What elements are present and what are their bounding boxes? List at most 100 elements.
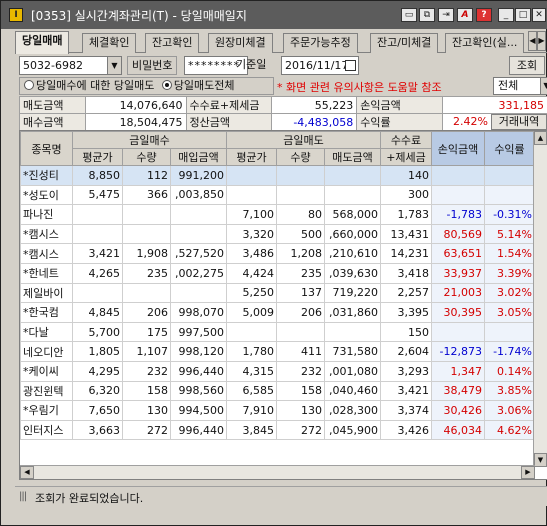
cell-bavg: 8,850 <box>72 165 123 186</box>
tab-order-estimate[interactable]: 주문가능추정 <box>283 33 358 53</box>
table-row[interactable]: *케이씨 4,295 232 996,440 4,315 232,001,080 3,293… <box>20 360 535 382</box>
calendar-icon[interactable] <box>345 60 356 71</box>
table-row[interactable]: 네오디안 1,805 1,107 998,120 1,780 411 731,580 2,60… <box>20 341 535 362</box>
table-row[interactable]: 파나진 7,100 80 568,000 1,783 -1,783 -0.31% <box>20 204 535 225</box>
tab-daily-trades[interactable]: 당일매매 <box>15 31 70 54</box>
cell-bqty: 1,107 <box>122 341 171 362</box>
table-row[interactable]: *진성티 8,850 112 991,200 140 <box>20 165 535 186</box>
sell-amount-label: 매도금액 <box>19 96 86 114</box>
radio-partial-label[interactable]: 당일매수에 대한 당일매도 <box>36 79 154 92</box>
cell-bamt: 996,440 <box>170 360 227 382</box>
help-icon[interactable]: ? <box>476 8 492 22</box>
col-header-fee-tax[interactable]: +제세금 <box>380 148 432 166</box>
pl-amount-label: 손익금액 <box>356 96 443 114</box>
cell-savg: 6,585 <box>226 380 277 402</box>
query-button[interactable]: 조회 <box>509 56 545 75</box>
vertical-scrollbar[interactable]: ▲ ▼ <box>533 131 547 467</box>
cell-bavg: 1,805 <box>72 341 123 362</box>
trades-grid: 종목명 금일매수 금일매도 수수료 손익금액 수익률 평균가 수량 매입금액 평… <box>19 130 547 480</box>
title-bar[interactable]: I [0353] 실시간계좌관리(T) - 당일매매일지 ▭ ⧉ ⇥ A ? _… <box>1 1 547 29</box>
link-icon[interactable]: ▭ <box>401 8 417 22</box>
cell-bavg <box>72 282 123 304</box>
col-header-name[interactable]: 종목명 <box>20 131 73 166</box>
col-header-sell-avg[interactable]: 평균가 <box>226 148 277 166</box>
summary-panel: 매도금액 14,076,640 수수료+제세금 55,223 손익금액 331,… <box>19 96 547 131</box>
col-header-pl[interactable]: 손익금액 <box>431 131 485 166</box>
table-row[interactable]: *한국컴 4,845 206 998,070 5,009 206,031,860 3,395… <box>20 302 535 323</box>
cell-samt: 568,000 <box>324 204 381 225</box>
chevron-down-icon[interactable]: ▼ <box>540 78 547 94</box>
scroll-up-icon[interactable]: ▲ <box>534 131 547 145</box>
col-header-fee[interactable]: 수수료 <box>380 131 432 149</box>
chevron-down-icon[interactable]: ▼ <box>107 57 121 74</box>
copy-icon[interactable]: ⧉ <box>419 8 435 22</box>
radio-all[interactable] <box>161 80 172 90</box>
tab-balance-unfilled[interactable]: 잔고/미체결 <box>370 33 439 53</box>
maximize-icon[interactable]: □ <box>515 8 531 22</box>
cell-sqty: 80 <box>276 204 325 225</box>
table-row[interactable]: *캠시스 3,421 1,908,527,520 3,486 1,208,210,610… <box>20 243 535 264</box>
radio-partial[interactable] <box>24 80 34 90</box>
table-row[interactable]: *캠시스 3,320 500,660,000 13,431 80,569 5.14% <box>20 223 535 245</box>
date-field[interactable]: 2016/11/17 <box>281 56 359 75</box>
table-row[interactable]: *성도이 5,475 366,003,850 300 <box>20 184 535 206</box>
cell-savg: 3,845 <box>226 419 277 441</box>
fee-tax-label: 수수료+제세금 <box>185 96 273 114</box>
radio-all-label[interactable]: 당일매도전체 <box>174 79 235 92</box>
scroll-left-icon[interactable]: ◀ <box>20 466 34 479</box>
cell-sqty <box>276 184 325 206</box>
tab-scroll-left-icon[interactable]: ◀ <box>528 31 537 51</box>
col-header-sell-amount[interactable]: 매도금액 <box>324 148 381 166</box>
cell-samt: ,031,860 <box>324 302 381 323</box>
scroll-down-icon[interactable]: ▼ <box>534 453 547 467</box>
col-header-sell-group: 금일매도 <box>226 131 381 149</box>
table-row[interactable]: *한네트 4,265 235,002,275 4,424 235,039,630 3,41… <box>20 262 535 284</box>
cell-fee: 3,426 <box>380 419 432 441</box>
cell-fee: 3,374 <box>380 400 432 421</box>
table-row[interactable]: 인터지스 3,663 272 996,440 3,845 272,045,900 3,426… <box>20 419 535 441</box>
cell-savg: 5,250 <box>226 282 277 304</box>
cell-savg: 1,780 <box>226 341 277 362</box>
cell-ret: 3.06% <box>484 400 535 421</box>
table-row[interactable]: *다날 5,700 175 997,500 150 <box>20 321 535 343</box>
cell-bqty <box>122 204 171 225</box>
cell-bavg: 3,421 <box>72 243 123 264</box>
tab-balance-check[interactable]: 잔고확인 <box>145 33 200 53</box>
cell-bavg: 6,320 <box>72 380 123 402</box>
tab-balance-check-real[interactable]: 잔고확인(실... <box>445 33 525 53</box>
cell-name: *다날 <box>20 321 73 343</box>
table-row[interactable]: 제일바이 5,250 137 719,220 2,257 21,003 3.02% <box>20 282 535 304</box>
account-select[interactable]: 5032-6982 ▼ <box>19 56 122 75</box>
cell-name: *캠시스 <box>20 243 73 264</box>
scroll-right-icon[interactable]: ▶ <box>521 466 535 479</box>
cell-ret: 5.14% <box>484 223 535 245</box>
close-icon[interactable]: ✕ <box>532 8 546 22</box>
col-header-buy-qty[interactable]: 수량 <box>122 148 171 166</box>
pin-icon[interactable]: ⇥ <box>438 8 454 22</box>
grip-icon: ||| <box>19 491 27 502</box>
col-header-buy-avg[interactable]: 평균가 <box>72 148 123 166</box>
tab-execution-check[interactable]: 체결확인 <box>82 33 137 53</box>
horizontal-scrollbar[interactable]: ◀ ▶ <box>20 465 535 479</box>
history-button[interactable]: 거래내역 <box>491 114 547 130</box>
font-icon[interactable]: A <box>457 8 473 22</box>
table-row[interactable]: *우림기 7,650 130 994,500 7,910 130,028,300 3,374… <box>20 400 535 421</box>
cell-fee: 3,293 <box>380 360 432 382</box>
help-notice: * 화면 관련 유의사항은 도움말 참조 <box>277 81 442 94</box>
cell-bqty: 366 <box>122 184 171 206</box>
cell-savg: 4,424 <box>226 262 277 284</box>
col-header-sell-qty[interactable]: 수량 <box>276 148 325 166</box>
table-row[interactable]: 광진윈텍 6,320 158 998,560 6,585 158,040,460 3,421… <box>20 380 535 402</box>
scope-select[interactable]: 전체 ▼ <box>493 77 547 95</box>
cell-pl: 1,347 <box>431 360 485 382</box>
col-header-buy-amount[interactable]: 매입금액 <box>170 148 227 166</box>
cell-bavg <box>72 204 123 225</box>
minimize-icon[interactable]: _ <box>498 8 514 22</box>
tab-unfilled-ledger[interactable]: 원장미체결 <box>208 33 273 53</box>
col-header-return[interactable]: 수익률 <box>484 131 535 166</box>
cell-savg: 4,315 <box>226 360 277 382</box>
cell-samt: ,660,000 <box>324 223 381 245</box>
tab-scroll-right-icon[interactable]: ▶ <box>537 31 546 51</box>
cell-bqty <box>122 282 171 304</box>
cell-bamt <box>170 282 227 304</box>
